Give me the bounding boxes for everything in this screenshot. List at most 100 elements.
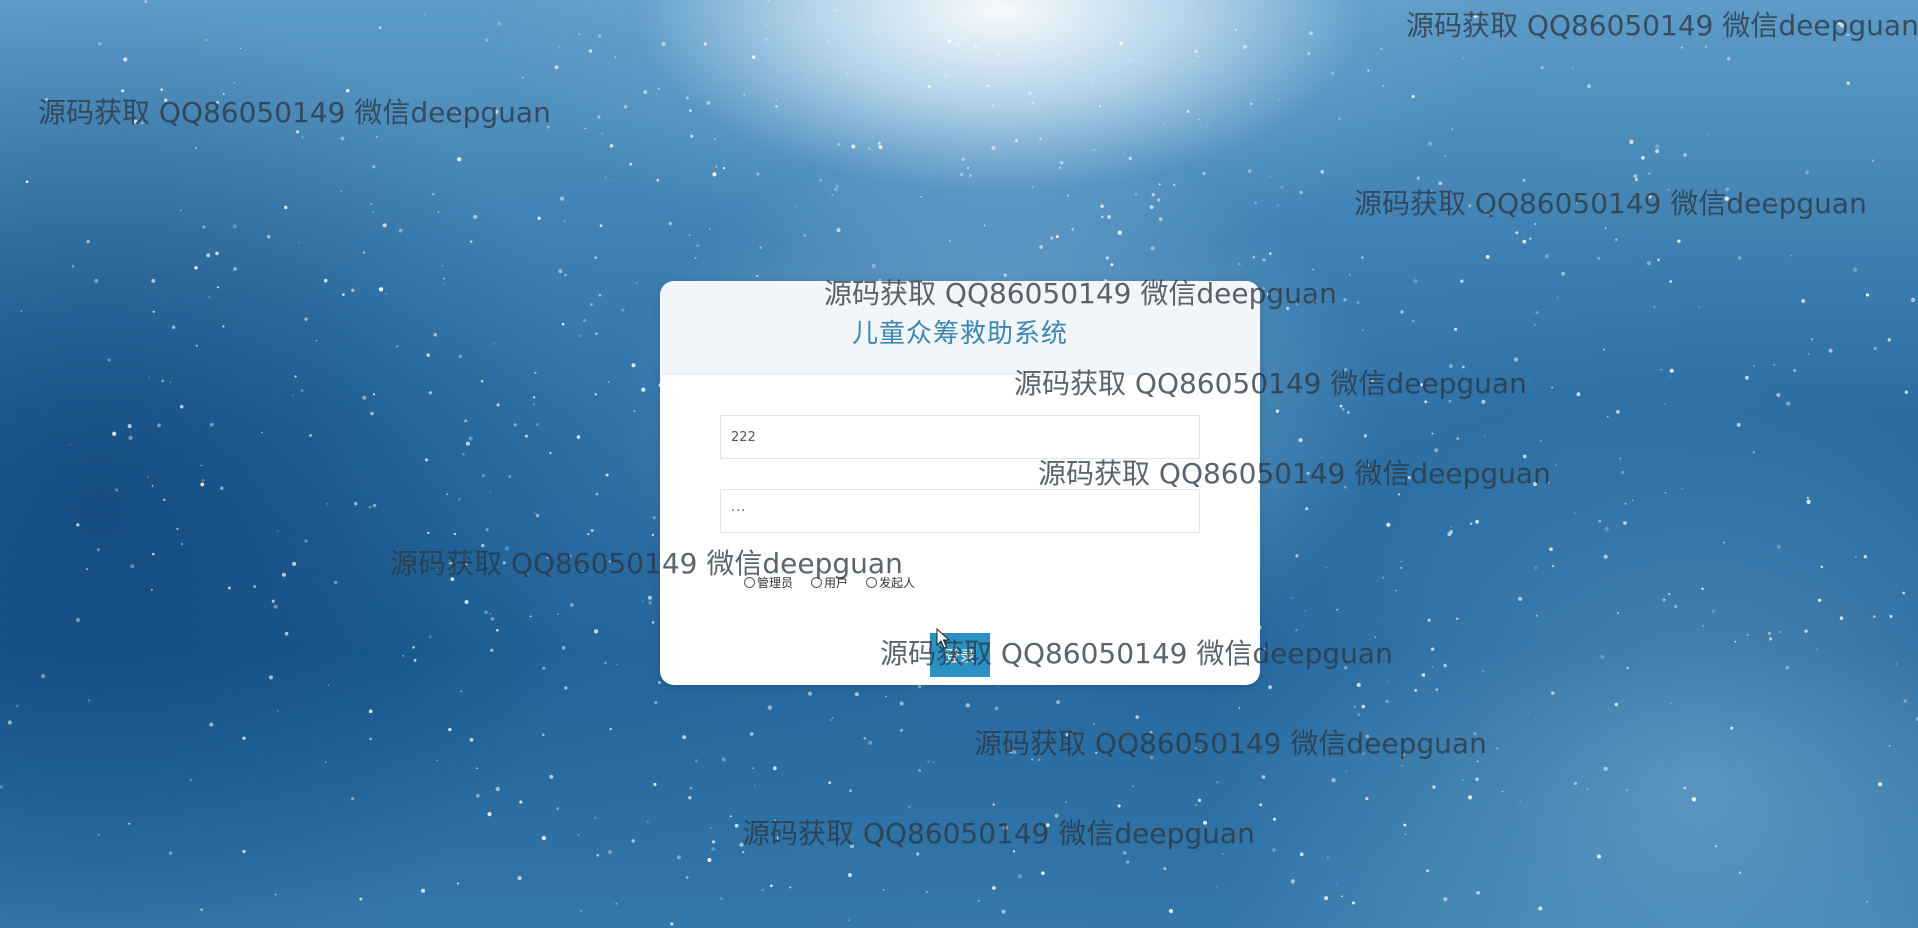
particle-dot (1291, 597, 1294, 600)
particle-dot (1664, 491, 1667, 494)
particle-dot (734, 823, 739, 828)
particle-dot (443, 282, 445, 285)
particle-dot (1662, 598, 1666, 602)
particle-dot (1306, 471, 1310, 475)
radio-circle-icon[interactable] (811, 577, 823, 588)
role-option-admin[interactable]: 管理员 (744, 574, 793, 591)
particle-dot (578, 334, 582, 338)
particle-dot (997, 685, 1000, 688)
particle-dot (1670, 702, 1672, 705)
particle-dot (871, 263, 876, 268)
particle-dot (502, 561, 506, 565)
particle-dot (133, 119, 138, 124)
particle-dot (385, 292, 387, 295)
particle-dot (1793, 369, 1797, 372)
particle-dot (1469, 522, 1473, 525)
particle-dot (1846, 33, 1850, 36)
particle-dot (1711, 609, 1716, 613)
particle-dot (1887, 338, 1891, 342)
particle-dot (761, 888, 764, 891)
particle-dot (296, 130, 300, 134)
particle-dot (292, 561, 297, 566)
role-option-user[interactable]: 用户 (811, 574, 848, 591)
particle-dot (1280, 185, 1284, 189)
particle-dot (209, 422, 214, 427)
radio-circle-icon[interactable] (744, 577, 755, 588)
particle-dot (1110, 263, 1114, 267)
username-field[interactable] (720, 415, 1200, 459)
particle-dot (631, 839, 635, 843)
particle-dot (1697, 629, 1699, 631)
particle-dot (604, 176, 607, 179)
particle-dot (222, 92, 225, 96)
particle-dot (1475, 519, 1479, 524)
particle-dot (560, 196, 565, 201)
particle-dot (1515, 231, 1519, 235)
particle-dot (460, 690, 463, 693)
particle-dot (1648, 172, 1651, 175)
particle-dot (107, 358, 111, 362)
particle-dot (1548, 481, 1550, 484)
particle-dot (1534, 324, 1536, 326)
particle-dot (517, 875, 522, 881)
particle-dot (1362, 378, 1364, 381)
particle-dot (195, 344, 198, 347)
particle-dot (1263, 647, 1268, 652)
particle-dot (1295, 554, 1299, 558)
particle-dot (140, 121, 144, 125)
particle-dot (121, 89, 125, 93)
particle-dot (164, 98, 168, 103)
particle-dot (1420, 25, 1422, 28)
particle-dot (1012, 750, 1017, 755)
particle-dot (1691, 797, 1697, 802)
particle-dot (1055, 235, 1059, 239)
particle-dot (152, 310, 155, 313)
particle-dot (179, 404, 184, 409)
particle-dot (653, 782, 657, 786)
particle-dot (1513, 357, 1519, 362)
particle-dot (1737, 256, 1742, 260)
particle-dot (1400, 566, 1403, 569)
particle-dot (711, 840, 716, 844)
login-button[interactable]: 登录 (930, 633, 990, 677)
particle-dot (168, 851, 173, 855)
particle-dot (1863, 554, 1868, 559)
particle-dot (580, 909, 583, 912)
particle-dot (1395, 589, 1397, 592)
particle-dot (1473, 732, 1477, 736)
particle-dot (1119, 41, 1124, 46)
particle-dot (647, 595, 652, 600)
particle-dot (160, 88, 163, 91)
role-option-initiator[interactable]: 发起人 (866, 574, 915, 591)
particle-dot (609, 143, 614, 148)
particle-dot (1669, 280, 1672, 283)
particle-dot (1296, 303, 1299, 306)
particle-dot (1450, 525, 1453, 528)
particle-dot (1427, 618, 1431, 622)
particle-dot (1698, 306, 1700, 308)
particle-dot (1616, 612, 1620, 615)
particle-dot (564, 273, 567, 277)
particle-dot (1045, 823, 1050, 828)
particle-dot (1252, 256, 1255, 259)
particle-dot (128, 435, 133, 441)
particle-dot (690, 134, 694, 138)
particle-dot (1447, 532, 1452, 537)
particle-dot (1247, 169, 1252, 173)
particle-dot (696, 244, 700, 248)
radio-circle-icon[interactable] (866, 577, 878, 588)
particle-dot (1286, 306, 1290, 311)
particle-dot (1339, 404, 1343, 408)
particle-dot (1054, 813, 1059, 818)
particle-dot (370, 411, 374, 416)
particle-dot (1538, 906, 1543, 911)
particle-dot (1005, 4, 1009, 8)
particle-dot (372, 393, 376, 396)
particle-dot (694, 759, 698, 763)
particle-dot (1535, 311, 1539, 315)
particle-dot (1361, 704, 1365, 709)
password-field[interactable] (720, 489, 1200, 533)
particle-dot (504, 546, 510, 551)
particle-dot (1335, 883, 1338, 886)
particle-dot (1426, 869, 1430, 873)
